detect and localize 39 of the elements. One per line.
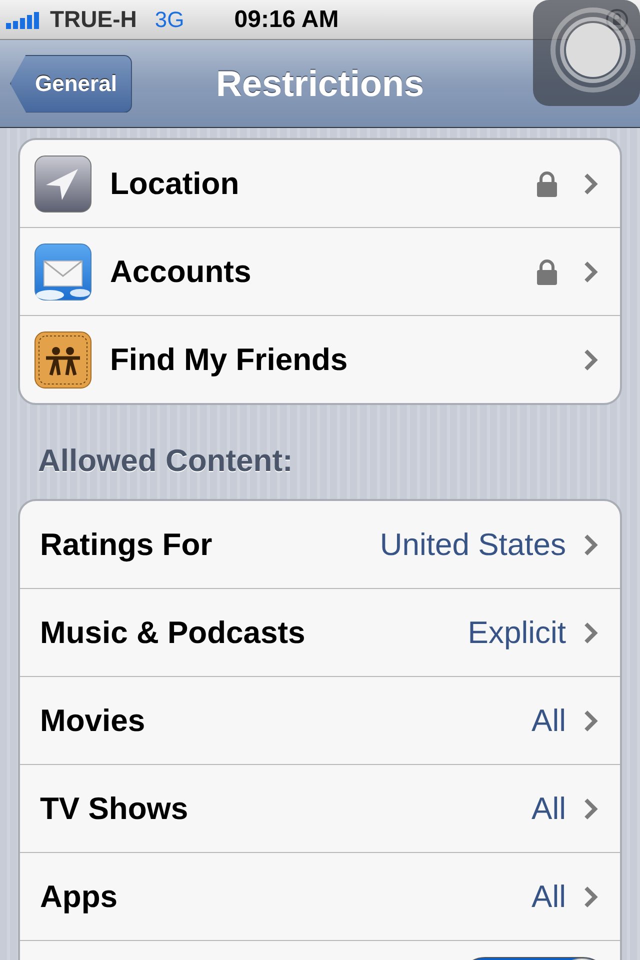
row-label: Accounts xyxy=(110,254,252,290)
settings-row[interactable]: Music & Podcasts Explicit xyxy=(20,589,620,677)
carrier-name: TRUE-H xyxy=(50,6,137,33)
chevron-icon xyxy=(584,534,598,556)
screen-title: Restrictions xyxy=(216,62,424,104)
signal-icon xyxy=(6,10,42,28)
row-label: Apps xyxy=(40,878,118,914)
settings-row[interactable]: Apps All xyxy=(20,853,620,941)
two-people-icon xyxy=(34,330,92,388)
row-value: All xyxy=(532,702,566,738)
row-label: Music & Podcasts xyxy=(40,614,306,650)
row-label: Find My Friends xyxy=(110,342,348,378)
assistive-touch-icon[interactable] xyxy=(533,0,640,106)
settings-row[interactable]: Ratings For United States xyxy=(20,501,620,589)
row-value: All xyxy=(532,878,566,914)
chevron-icon xyxy=(584,710,598,732)
mail-envelope-icon xyxy=(34,242,92,300)
chevron-icon xyxy=(584,348,598,370)
chevron-icon xyxy=(584,886,598,908)
row-value: All xyxy=(532,790,566,826)
settings-row[interactable]: Find My Friends xyxy=(20,316,620,403)
settings-row[interactable]: Location xyxy=(20,140,620,228)
chevron-icon xyxy=(584,798,598,820)
row-value: Explicit xyxy=(468,614,566,650)
chevron-icon xyxy=(584,260,598,282)
back-button[interactable]: General xyxy=(10,54,132,112)
chevron-icon xyxy=(584,172,598,194)
section-header: Allowed Content: xyxy=(37,442,294,480)
network-type: 3G xyxy=(154,6,184,32)
row-label: Location xyxy=(110,166,240,202)
row-label: Ratings For xyxy=(40,526,212,562)
settings-row[interactable]: TV Shows All xyxy=(20,765,620,853)
settings-row[interactable]: Accounts xyxy=(20,228,620,316)
row-label: TV Shows xyxy=(40,790,188,826)
clock-time: 09:16 AM xyxy=(234,6,339,34)
row-label: Movies xyxy=(40,702,146,738)
settings-row[interactable]: Movies All xyxy=(20,677,620,765)
row-value: United States xyxy=(380,526,566,562)
chevron-icon xyxy=(584,622,598,644)
